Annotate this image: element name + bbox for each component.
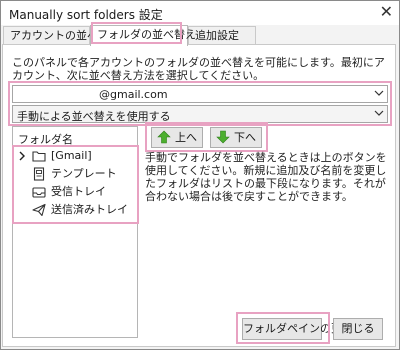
inbox-icon [32,187,46,198]
refresh-folder-pane-button[interactable]: フォルダペインの更新 [242,318,353,340]
chevron-right-icon[interactable] [17,148,27,164]
move-up-label: 上へ [175,131,197,144]
sort-method-select[interactable]: 手動による並べ替えを使用する [12,105,388,123]
close-icon[interactable]: ✕ [380,3,393,21]
sent-icon [32,203,46,217]
folder-list[interactable]: フォルダ名 [Gmail] テンプレート 受信トレイ 送信済みトレイ [12,126,138,338]
tab-folder-sort[interactable]: フォルダの並べ替え [90,25,196,46]
folder-item-label: [Gmail] [51,149,92,162]
tab-extra-settings[interactable]: 追加設定 [188,26,256,44]
arrow-down-icon [216,130,230,144]
usage-info-text: 手動でフォルダを並べ替えるときは上のボタンを使用してください。新規に追加及び名前… [145,151,387,203]
folder-item-label: 受信トレイ [51,185,106,198]
title-bar: Manually sort folders 設定 ✕ [1,1,399,25]
panel-description: このパネルで各アカウントのフォルダの並べ替えを可能にします。最初にアカウント、次… [12,56,385,82]
folder-item-label: テンプレート [51,167,117,180]
account-select[interactable]: @gmail.com [12,85,388,103]
move-up-button[interactable]: 上へ [151,127,203,148]
close-button[interactable]: 閉じる [333,318,383,340]
move-down-label: 下へ [234,131,256,144]
folder-item-label: 送信済みトレイ [51,203,128,216]
chevron-down-icon [374,90,384,96]
account-select-value: @gmail.com [99,88,168,101]
arrow-up-icon [157,130,171,144]
folder-icon [32,151,46,162]
template-icon [33,167,45,181]
tab-strip: アカウントの並べ替え フォルダの並べ替え 追加設定 [1,25,399,46]
tab-account-sort[interactable]: アカウントの並べ替え [3,26,120,44]
folder-list-header: フォルダ名 [18,133,73,146]
window-title: Manually sort folders 設定 [9,8,163,22]
chevron-down-icon [374,110,384,116]
move-down-button[interactable]: 下へ [210,127,262,148]
sort-method-select-value: 手動による並べ替えを使用する [17,110,171,123]
